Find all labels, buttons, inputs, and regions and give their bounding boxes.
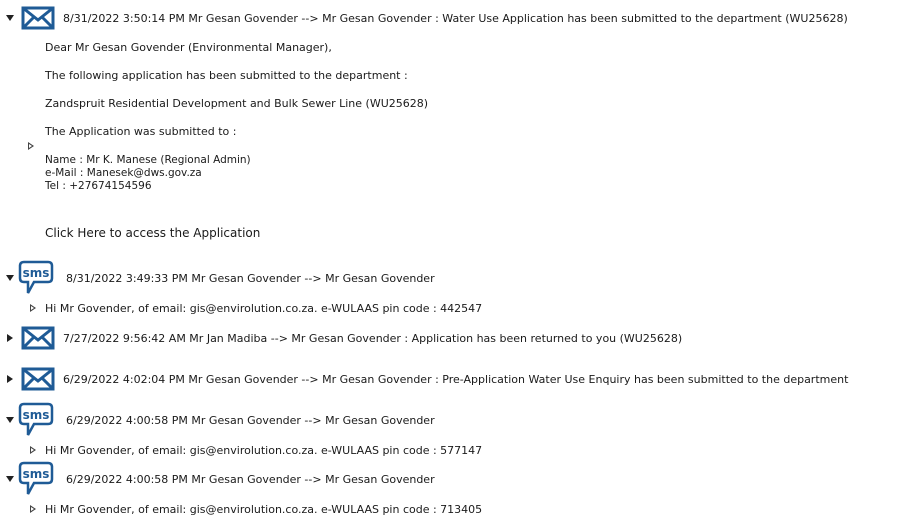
contact-email: e-Mail : Manesek@dws.gov.za — [45, 167, 202, 179]
collapse-toggle[interactable] — [5, 414, 15, 426]
message-email-1: 8/31/2022 3:50:14 PM Mr Gesan Govender -… — [0, 4, 848, 32]
message-header[interactable]: 6/29/2022 4:02:04 PM Mr Gesan Govender -… — [63, 373, 848, 386]
svg-text:sms: sms — [23, 266, 50, 280]
contact-tel: Tel : +27674154596 — [45, 180, 152, 192]
message-sms-1: 8/31/2022 3:49:33 PM Mr Gesan Govender -… — [66, 272, 435, 285]
envelope-icon — [21, 367, 55, 391]
collapse-toggle[interactable] — [5, 272, 15, 284]
message-header[interactable]: 8/31/2022 3:49:33 PM Mr Gesan Govender -… — [66, 272, 435, 285]
expand-toggle[interactable] — [28, 503, 38, 515]
email-body-line: The Application was submitted to : — [45, 125, 237, 138]
sms-bubble-icon: sms — [18, 402, 54, 436]
email-greeting: Dear Mr Gesan Govender (Environmental Ma… — [45, 41, 332, 54]
expand-toggle[interactable] — [28, 302, 38, 314]
message-sms-2: 6/29/2022 4:00:58 PM Mr Gesan Govender -… — [66, 414, 435, 427]
expand-toggle[interactable] — [26, 140, 36, 152]
sms-body: Hi Mr Govender, of email: gis@enviroluti… — [45, 444, 483, 457]
email-body-line: The following application has been submi… — [45, 69, 408, 82]
message-header[interactable]: 8/31/2022 3:50:14 PM Mr Gesan Govender -… — [63, 12, 848, 25]
sms-bubble-icon: sms — [18, 260, 54, 294]
message-sms-3: 6/29/2022 4:00:58 PM Mr Gesan Govender -… — [66, 473, 435, 486]
sms-body: Hi Mr Govender, of email: gis@enviroluti… — [45, 503, 483, 516]
expand-toggle[interactable] — [5, 373, 15, 385]
message-email-2: 7/27/2022 9:56:42 AM Mr Jan Madiba --> M… — [0, 324, 682, 352]
sms-bubble-icon: sms — [18, 461, 54, 495]
message-email-3: 6/29/2022 4:02:04 PM Mr Gesan Govender -… — [0, 365, 848, 393]
application-title: Zandspruit Residential Development and B… — [45, 97, 429, 110]
contact-name: Name : Mr K. Manese (Regional Admin) — [45, 154, 251, 166]
svg-text:sms: sms — [23, 467, 50, 481]
sms-body: Hi Mr Govender, of email: gis@enviroluti… — [45, 302, 483, 315]
message-header[interactable]: 7/27/2022 9:56:42 AM Mr Jan Madiba --> M… — [63, 332, 682, 345]
access-application-link[interactable]: Click Here to access the Application — [45, 226, 260, 240]
collapse-toggle[interactable] — [5, 12, 15, 24]
expand-toggle[interactable] — [5, 332, 15, 344]
expand-toggle[interactable] — [28, 444, 38, 456]
collapse-toggle[interactable] — [5, 473, 15, 485]
envelope-icon — [21, 6, 55, 30]
message-header[interactable]: 6/29/2022 4:00:58 PM Mr Gesan Govender -… — [66, 414, 435, 427]
svg-text:sms: sms — [23, 408, 50, 422]
envelope-icon — [21, 326, 55, 350]
message-header[interactable]: 6/29/2022 4:00:58 PM Mr Gesan Govender -… — [66, 473, 435, 486]
